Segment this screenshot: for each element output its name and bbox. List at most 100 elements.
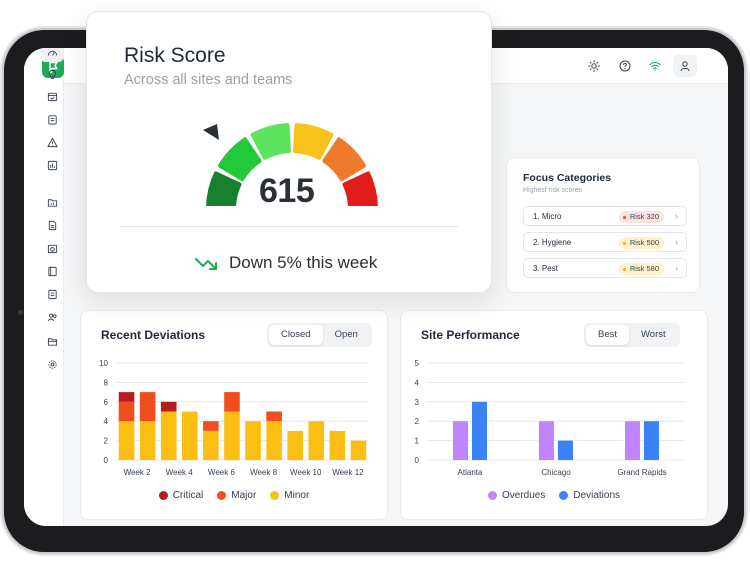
x-tick-label: Chicago xyxy=(541,468,571,477)
folder-open-icon[interactable] xyxy=(44,333,60,349)
bar-minor[interactable] xyxy=(329,430,346,460)
focus-item-label: 2. Hygiene xyxy=(533,238,572,247)
risk-badge: Risk 320 xyxy=(618,211,664,223)
bar-chart-icon[interactable] xyxy=(44,157,60,173)
bar-minor[interactable] xyxy=(203,430,219,460)
recent-deviations-card: Recent Deviations Closed Open 0 2 4 6 8 10 Wee… xyxy=(80,310,388,520)
deviations-title: Recent Deviations xyxy=(101,328,206,342)
bar-overdues[interactable] xyxy=(625,421,640,460)
focus-title: Focus Categories xyxy=(523,172,612,184)
warning-icon[interactable] xyxy=(44,134,60,150)
lightbulb-icon[interactable] xyxy=(44,66,60,82)
legend-label: Critical xyxy=(172,490,204,501)
bar-major[interactable] xyxy=(224,392,240,412)
gauge-icon[interactable] xyxy=(41,48,63,62)
user-icon[interactable] xyxy=(673,55,697,77)
bar-deviations[interactable] xyxy=(558,440,573,460)
legend-label: Major xyxy=(231,490,257,501)
overdues-swatch xyxy=(487,491,497,500)
help-icon[interactable] xyxy=(615,56,635,76)
toggle-open[interactable]: Open xyxy=(323,325,370,345)
focus-item-label: 1. Micro xyxy=(533,212,562,221)
bar-minor[interactable] xyxy=(287,430,304,460)
toggle-worst[interactable]: Worst xyxy=(629,325,678,345)
bar-minor[interactable] xyxy=(118,421,135,460)
bar-major[interactable] xyxy=(139,392,156,422)
focus-item-label: 3. Pest xyxy=(533,264,558,273)
bar-major[interactable] xyxy=(266,411,282,422)
risk-trend: Down 5% this week xyxy=(195,253,377,273)
focus-categories-card: Focus Categories Highest risk scores 1. … xyxy=(506,157,700,293)
chevron-right-icon: › xyxy=(675,237,678,247)
x-tick-label: Week 2 xyxy=(124,468,152,477)
bar-critical[interactable] xyxy=(118,392,135,402)
calendar-check-icon[interactable] xyxy=(44,88,60,104)
legend-overdues[interactable]: Overdues xyxy=(487,490,545,501)
document-icon[interactable] xyxy=(44,217,60,233)
toggle-closed[interactable]: Closed xyxy=(269,325,323,345)
toggle-best[interactable]: Best xyxy=(586,325,630,345)
sun-icon[interactable] xyxy=(584,56,604,76)
sidebar xyxy=(24,48,64,526)
x-tick-label: Week 6 xyxy=(208,468,236,477)
focus-subtitle: Highest risk scores xyxy=(523,187,583,194)
y-tick-label: 1 xyxy=(415,437,420,446)
tablet-mockup: Focus Categories Highest risk scores 1. … xyxy=(0,0,750,562)
legend-critical[interactable]: Critical xyxy=(158,490,204,501)
wifi-icon[interactable] xyxy=(645,56,665,76)
divider xyxy=(120,226,458,227)
users-icon[interactable] xyxy=(44,309,60,325)
bar-deviations[interactable] xyxy=(472,401,487,460)
bar-deviations[interactable] xyxy=(644,421,659,460)
chevron-right-icon: › xyxy=(675,211,678,221)
focus-item-hygiene[interactable]: 2. Hygiene Risk 500 › xyxy=(523,232,687,252)
notes-icon[interactable] xyxy=(44,286,60,302)
major-swatch xyxy=(217,491,227,500)
bar-overdues[interactable] xyxy=(453,421,468,460)
site-performance-card: Site Performance Best Worst 0 1 2 3 4 5 Atlant… xyxy=(400,310,708,520)
gauge-segment-orange xyxy=(322,137,367,182)
bar-minor[interactable] xyxy=(350,440,367,460)
bar-critical[interactable] xyxy=(160,401,177,412)
gauge-segment-dark-green xyxy=(206,171,242,206)
bar-major[interactable] xyxy=(118,401,135,422)
focus-item-pest[interactable]: 3. Pest Risk 580 › xyxy=(523,258,687,278)
y-tick-label: 8 xyxy=(104,378,109,387)
bar-overdues[interactable] xyxy=(539,421,554,460)
bar-minor[interactable] xyxy=(160,411,177,461)
x-tick-label: Week 4 xyxy=(166,468,194,477)
bar-minor[interactable] xyxy=(245,421,261,460)
x-tick-label: Week 10 xyxy=(290,468,322,477)
legend-deviations[interactable]: Deviations xyxy=(559,490,620,501)
x-tick-label: Week 8 xyxy=(250,468,278,477)
risk-score-card: Risk Score Across all sites and teams 61… xyxy=(86,11,492,293)
trend-text: Down 5% this week xyxy=(229,253,378,272)
performance-chart: 0 1 2 3 4 5 Atlanta Chicago Grand Rapids xyxy=(415,359,685,477)
folder-chart-icon[interactable] xyxy=(44,194,60,210)
trend-down-icon xyxy=(195,258,217,270)
focus-item-micro[interactable]: 1. Micro Risk 320 › xyxy=(523,206,687,226)
y-tick-label: 0 xyxy=(104,456,109,465)
legend-minor[interactable]: Minor xyxy=(270,490,309,501)
legend-label: Minor xyxy=(284,490,310,501)
minor-swatch xyxy=(270,491,280,500)
calendar-clock-icon[interactable] xyxy=(44,240,60,256)
performance-legend: Overdues Deviations xyxy=(401,490,707,501)
bar-minor[interactable] xyxy=(181,411,198,461)
book-icon[interactable] xyxy=(44,263,60,279)
gauge-segment-yellow xyxy=(293,123,334,160)
clipboard-icon[interactable] xyxy=(44,111,60,127)
risk-score-value: 615 xyxy=(259,172,315,210)
gauge-pointer-icon xyxy=(203,124,219,140)
settings-icon[interactable] xyxy=(44,356,60,372)
bar-minor[interactable] xyxy=(139,421,156,460)
legend-major[interactable]: Major xyxy=(217,490,256,501)
bar-major[interactable] xyxy=(203,421,219,431)
risk-badge: Risk 500 xyxy=(618,237,664,249)
camera-dot xyxy=(18,310,23,315)
bar-minor[interactable] xyxy=(224,411,240,461)
bar-minor[interactable] xyxy=(266,421,282,460)
bar-minor[interactable] xyxy=(308,421,325,460)
y-tick-label: 2 xyxy=(415,417,420,426)
y-tick-label: 4 xyxy=(415,378,420,387)
